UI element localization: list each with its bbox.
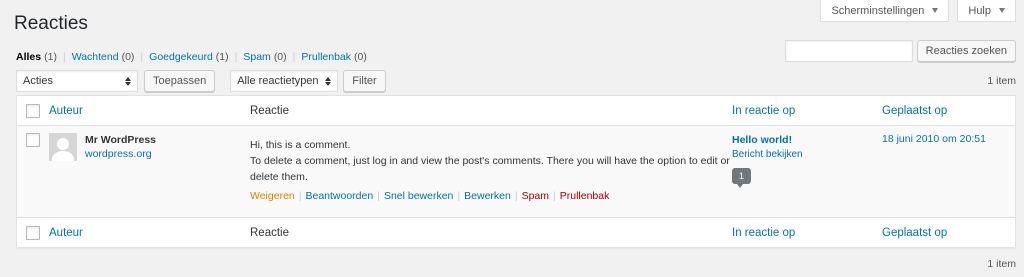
filter-spam[interactable]: Spam (0) [243, 51, 286, 63]
select-all-checkbox-footer[interactable] [26, 225, 40, 240]
comment-count: 1 [738, 171, 744, 181]
separator: | [298, 190, 302, 202]
quick-edit-link[interactable]: Snel bewerken [384, 188, 453, 204]
page-title: Reacties [14, 13, 88, 34]
post-title-link[interactable]: Hello world! [732, 133, 882, 147]
filter-button[interactable]: Filter [343, 70, 386, 92]
caret-down-icon [999, 8, 1005, 13]
screen-options-button[interactable]: Scherminstellingen [820, 0, 950, 22]
caret-down-icon [932, 8, 939, 13]
edit-link[interactable]: Bewerken [464, 188, 511, 204]
column-comment-footer: Reactie [250, 226, 289, 239]
filter-all-count: (1) [44, 51, 57, 63]
row-checkbox[interactable] [26, 133, 40, 147]
separator: | [292, 51, 296, 63]
help-button[interactable]: Hulp [957, 0, 1016, 22]
search-comments-button[interactable]: Reacties zoeken [916, 40, 1016, 62]
separator: | [234, 51, 238, 63]
status-filters: Alles (1) | Wachtend (0) | Goedgekeurd (… [16, 51, 367, 63]
column-author-footer[interactable]: Auteur [49, 227, 83, 239]
column-date-footer[interactable]: Geplaatst op [882, 227, 947, 239]
comment-count-bubble-icon[interactable]: 1 [732, 168, 751, 188]
item-count: 1 item [987, 75, 1016, 87]
column-date[interactable]: Geplaatst op [882, 105, 947, 117]
column-comment: Reactie [250, 104, 289, 117]
screen-meta-links: Scherminstellingen Hulp [820, 0, 1016, 22]
separator: | [553, 190, 556, 202]
filter-pending[interactable]: Wachtend (0) [72, 51, 135, 63]
reply-link[interactable]: Beantwoorden [305, 188, 373, 204]
table-footer: Auteur Reactie In reactie op Geplaatst o… [17, 217, 1015, 247]
bulk-actions-value: Acties [23, 75, 53, 87]
filter-pending-label: Wachtend [71, 51, 119, 63]
column-author[interactable]: Auteur [49, 105, 83, 117]
select-arrows-icon [125, 76, 131, 86]
comments-table: Auteur Reactie In reactie op Geplaatst o… [16, 95, 1016, 248]
author-name: Mr WordPress [85, 134, 156, 146]
bulk-actions-select[interactable]: Acties [16, 70, 138, 92]
filter-trash[interactable]: Prullenbak (0) [301, 51, 366, 63]
filter-trash-count: (0) [354, 51, 367, 63]
column-response[interactable]: In reactie op [732, 105, 795, 117]
select-arrows-icon [325, 76, 332, 86]
view-post-link[interactable]: Bericht bekijken [732, 148, 882, 162]
tablenav-bottom: 1 item [16, 258, 1016, 270]
separator: | [377, 190, 380, 202]
separator: | [457, 190, 461, 202]
table-row: Mr WordPress wordpress.org Hi, this is a… [17, 126, 1015, 217]
separator: | [62, 51, 66, 63]
filter-approved-label: Goedgekeurd [149, 51, 213, 63]
tablenav-top: Acties Toepassen Alle reactietypen Filte… [16, 70, 1016, 92]
filter-approved-count: (1) [215, 51, 229, 63]
filter-spam-count: (0) [273, 51, 287, 63]
comment-text-line: Hi, this is a comment. [250, 139, 351, 151]
search-input[interactable] [784, 40, 913, 62]
comment-type-select[interactable]: Alle reactietypen [230, 70, 339, 92]
separator: | [514, 190, 518, 202]
item-count-bottom: 1 item [987, 258, 1016, 270]
comment-type-value: Alle reactietypen [237, 75, 319, 87]
apply-button[interactable]: Toepassen [144, 70, 216, 92]
spam-link[interactable]: Spam [522, 188, 549, 204]
filter-trash-label: Prullenbak [301, 51, 352, 63]
column-response-footer[interactable]: In reactie op [732, 227, 795, 239]
table-header: Auteur Reactie In reactie op Geplaatst o… [17, 96, 1015, 126]
filter-spam-label: Spam [243, 51, 271, 63]
unapprove-link[interactable]: Weigeren [250, 188, 295, 204]
trash-link[interactable]: Prullenbak [560, 188, 610, 204]
author-url-link[interactable]: wordpress.org [85, 148, 152, 160]
filter-pending-count: (0) [121, 51, 135, 63]
filter-all-label: Alles [16, 51, 42, 63]
select-all-checkbox[interactable] [26, 103, 40, 118]
avatar [49, 133, 77, 161]
search-box: Reacties zoeken [784, 40, 1016, 62]
screen-options-label: Scherminstellingen [831, 4, 925, 17]
row-actions: Weigeren | Beantwoorden | Snel bewerken … [250, 188, 732, 204]
comment-date-link[interactable]: 18 juni 2010 om 20:51 [882, 133, 986, 145]
filter-approved[interactable]: Goedgekeurd (1) [149, 51, 228, 63]
filter-all[interactable]: Alles (1) [16, 51, 57, 63]
help-label: Hulp [968, 4, 991, 17]
separator: | [140, 51, 144, 63]
comment-text-line: To delete a comment, just log in and vie… [250, 155, 730, 183]
